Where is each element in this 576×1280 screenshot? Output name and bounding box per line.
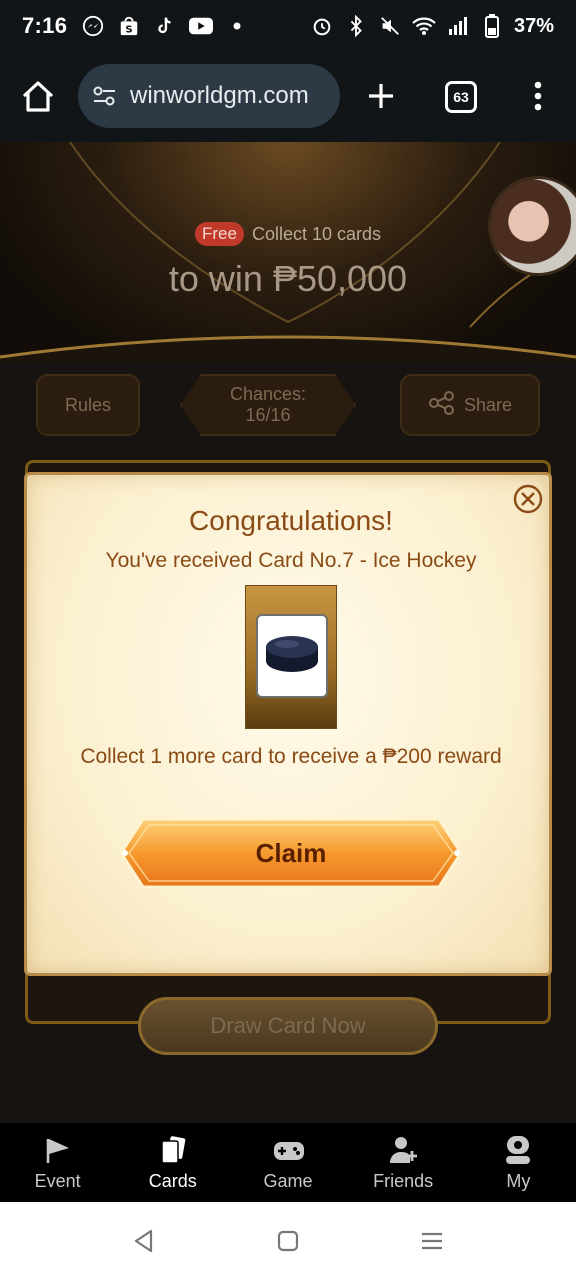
dot-icon (225, 14, 249, 38)
bluetooth-icon (344, 14, 368, 38)
wifi-icon (412, 14, 436, 38)
free-badge: Free (194, 222, 244, 246)
tab-cards[interactable]: Cards (115, 1123, 230, 1202)
tiktok-icon (153, 14, 177, 38)
card-face (256, 614, 328, 698)
tab-label: Game (263, 1171, 313, 1191)
modal-subtitle: You've received Card No.7 - Ice Hockey (105, 549, 477, 572)
url-text[interactable]: winworldgm.com (130, 82, 309, 110)
home-icon[interactable] (18, 76, 58, 116)
hero-banner: Free Collect 10 cards to win ₱50,000 (0, 142, 576, 364)
address-bar[interactable]: winworldgm.com (78, 64, 340, 128)
more-options-icon[interactable] (524, 76, 552, 116)
battery-icon (480, 14, 504, 38)
system-nav-bar (0, 1202, 576, 1280)
reward-modal: Congratulations! You've received Card No… (24, 472, 552, 976)
draw-card-button[interactable]: Draw Card Now (138, 997, 438, 1055)
share-button[interactable]: Share (400, 374, 540, 436)
bottom-tab-bar: Event Cards Game Friends My (0, 1123, 576, 1202)
new-tab-icon[interactable] (362, 76, 400, 116)
flag-icon (43, 1135, 73, 1165)
tab-game[interactable]: Game (230, 1123, 345, 1202)
collect-text: Collect 10 cards (251, 223, 382, 244)
tab-my[interactable]: My (461, 1123, 576, 1202)
battery-percent: 37% (513, 14, 554, 37)
rules-button[interactable]: Rules (36, 374, 140, 436)
tab-friends[interactable]: Friends (346, 1123, 461, 1202)
hero-decoration (0, 142, 576, 364)
browser-toolbar: winworldgm.com 63 (0, 52, 576, 142)
messenger-icon (81, 14, 105, 38)
system-icons: 37% (310, 14, 554, 38)
mute-icon (378, 14, 402, 38)
alarm-icon (310, 14, 334, 38)
chances-indicator: Chances: 16/16 (180, 374, 356, 436)
notification-icons: S (81, 14, 249, 38)
tab-label: Event (34, 1171, 81, 1191)
chances-value: 16/16 (245, 405, 291, 425)
share-icon (428, 390, 456, 420)
profile-icon (503, 1135, 533, 1165)
hockey-puck-icon (263, 631, 321, 682)
share-label: Share (463, 394, 513, 415)
reward-text: Collect 1 more card to receive a ₱200 re… (80, 745, 502, 768)
svg-text:S: S (126, 24, 133, 35)
win-prize-text: to win ₱50,000 (168, 258, 408, 299)
gamepad-icon (273, 1135, 304, 1165)
youtube-icon (189, 14, 214, 38)
tab-event[interactable]: Event (0, 1123, 115, 1202)
tab-label: Cards (148, 1171, 197, 1191)
tab-switcher-button[interactable]: 63 (445, 81, 477, 113)
add-person-icon (388, 1135, 418, 1165)
tab-label: My (506, 1171, 531, 1191)
cards-icon (158, 1135, 188, 1165)
menu-icon[interactable] (419, 1228, 445, 1254)
shopee-icon: S (117, 14, 141, 38)
tab-label: Friends (373, 1171, 434, 1191)
status-bar: 7:16 S 37% (0, 0, 576, 52)
site-settings-icon[interactable] (90, 81, 120, 111)
status-time: 7:16 (22, 13, 68, 38)
claim-button[interactable]: Claim (119, 817, 463, 889)
home-nav-icon[interactable] (275, 1228, 301, 1254)
modal-title: Congratulations! (189, 505, 393, 536)
chances-label: Chances: (229, 384, 307, 404)
signal-icon (446, 14, 470, 38)
back-icon[interactable] (131, 1228, 157, 1254)
received-card (245, 585, 337, 729)
claim-label[interactable]: Claim (119, 817, 463, 889)
